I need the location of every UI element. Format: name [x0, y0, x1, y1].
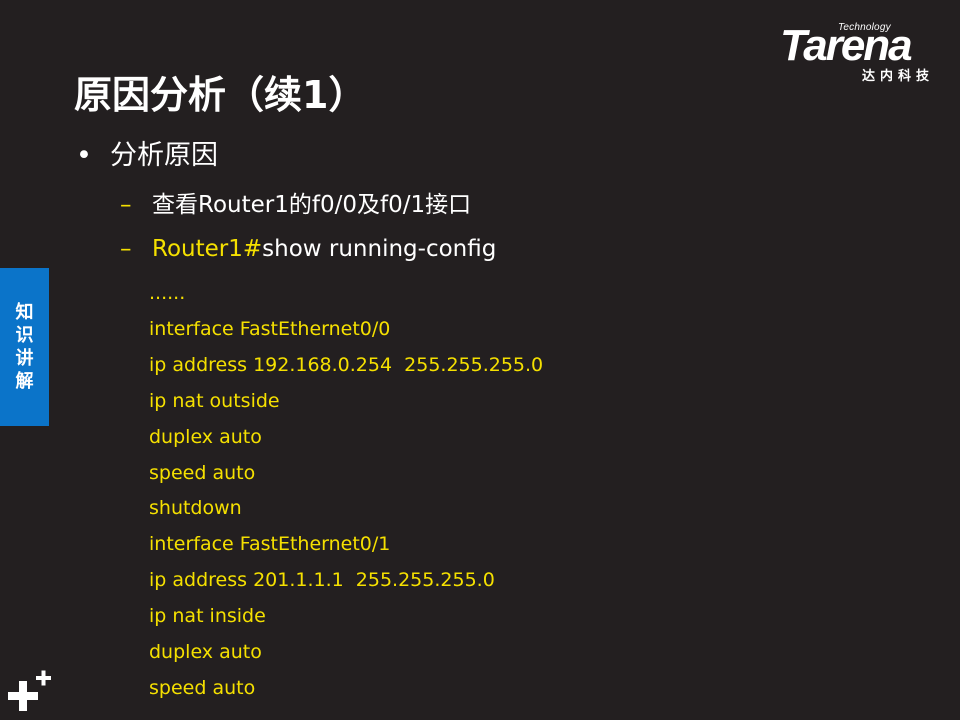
plus-icon [8, 670, 51, 711]
bullet-level1-text: 分析原因 [110, 140, 218, 171]
dash-icon: – [120, 236, 132, 262]
config-line: ip nat inside [149, 605, 266, 628]
tab-char: 知 [15, 302, 34, 323]
sub-bullet-interfaces: – 查看Router1的f0/0及f0/1接口 [120, 189, 471, 221]
tab-char: 讲 [15, 348, 34, 369]
router-command: show running-config [262, 236, 497, 262]
config-line: ip address 201.1.1.1 255.255.255.0 [149, 569, 495, 592]
config-line: shutdown [149, 497, 242, 520]
bullet-dot-icon: • [76, 140, 92, 171]
dash-icon: – [120, 192, 132, 218]
config-line: ip nat outside [149, 389, 280, 412]
slide-title: 原因分析（续1） [74, 73, 367, 117]
config-line: duplex auto [149, 641, 262, 664]
config-line: speed auto [149, 676, 256, 699]
config-line: ip address 192.168.0.254 255.255.255.0 [149, 353, 544, 376]
config-line: interface FastEthernet0/1 [149, 533, 391, 556]
logo-chinese-name: 达内科技 [862, 69, 935, 84]
config-line: ...... [149, 282, 186, 304]
knowledge-tab[interactable]: 知 识 讲 解 [0, 268, 49, 426]
sub-bullet-text: 查看Router1的f0/0及f0/1接口 [152, 192, 472, 218]
sub-bullet-command: – Router1#show running-config [120, 233, 496, 265]
bullet-level1: • 分析原因 [76, 137, 218, 175]
config-line: speed auto [149, 461, 256, 484]
config-line: interface FastEthernet0/0 [149, 317, 391, 340]
tarena-logo: Technology Tarena 达内科技 [780, 21, 948, 84]
slide: Technology Tarena 达内科技 原因分析（续1） • 分析原因 – 查… [0, 0, 960, 720]
config-output: ...... interface FastEthernet0/0 ip addr… [149, 276, 543, 707]
tab-char: 识 [15, 325, 34, 346]
logo-wordmark: Tarena [780, 21, 913, 70]
router-prompt: Router1# [152, 236, 263, 262]
tab-char: 解 [15, 371, 34, 392]
config-line: duplex auto [149, 425, 262, 448]
